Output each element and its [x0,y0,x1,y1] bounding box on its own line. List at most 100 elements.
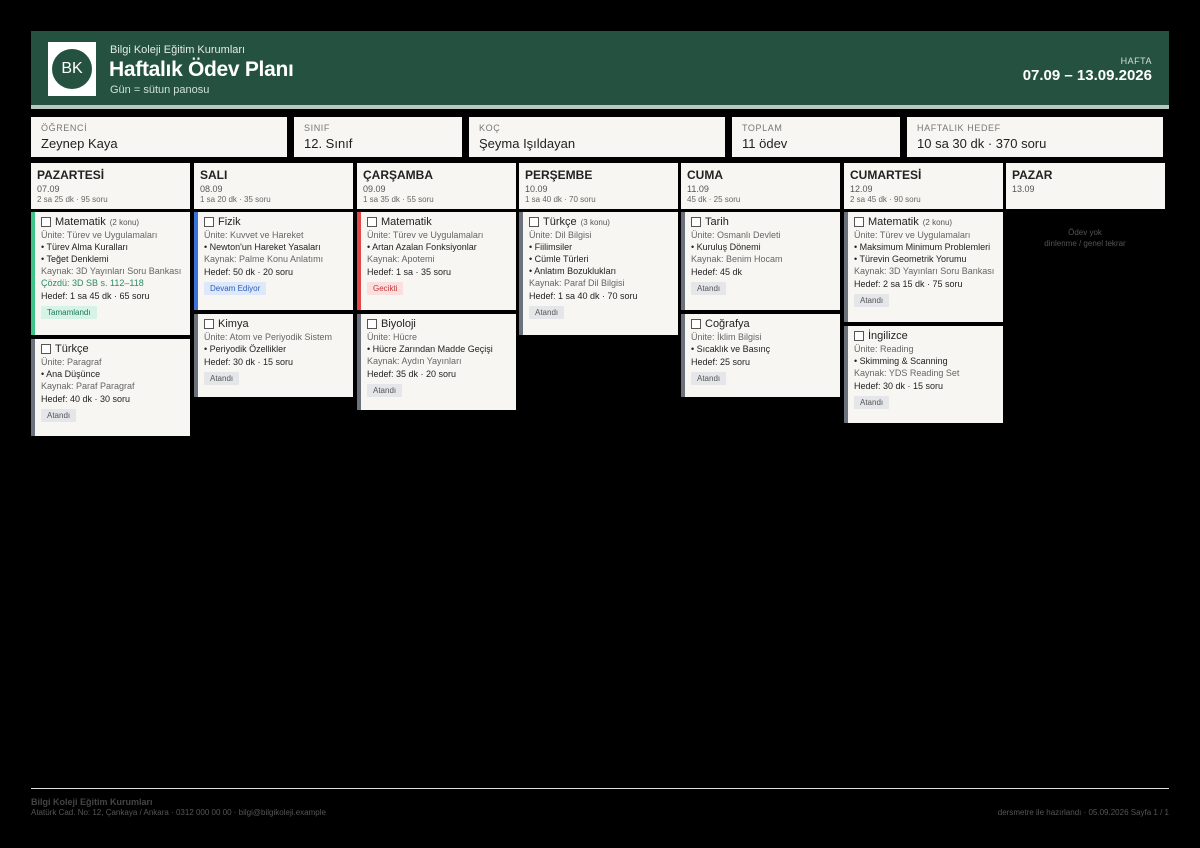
task-card-saturday-english[interactable]: İngilizce Ünite: Reading • Skimming & Sc… [844,326,1003,423]
student-label: ÖĞRENCİ [41,123,88,133]
status-badge: Devam Ediyor [204,282,267,295]
class-label: SINIF [304,123,331,133]
task-checkbox[interactable] [204,217,214,227]
task-card-wednesday-math[interactable]: Matematik Ünite: Türev ve Uygulamaları •… [357,212,516,310]
task-subject: Matematik [868,216,919,228]
task-topic: • Hücre Zarından Madde Geçişi [367,344,493,354]
day-name: CUMA [687,168,723,182]
status-badge: Atandı [691,282,727,295]
no-homework-text: Ödev yok [1068,228,1102,237]
task-checkbox[interactable] [204,319,214,329]
task-checkbox[interactable] [367,319,377,329]
task-subject: Türkçe [543,216,577,228]
day-date: 08.09 [200,184,223,194]
footer-address: Atatürk Cad. No: 12, Çankaya / Ankara · … [31,808,326,817]
topic-count: (3 konu) [580,217,610,227]
task-checkbox[interactable] [41,217,51,227]
task-card-saturday-math[interactable]: Matematik (2 konu) Ünite: Türev ve Uygul… [844,212,1003,322]
footer-meta: dersmetre ile hazırlandı · 05.09.2026 Sa… [997,808,1169,817]
day-name: PAZAR [1012,168,1053,182]
day-header-thursday: PERŞEMBE 10.09 1 sa 40 dk · 70 soru [519,163,678,209]
task-checkbox[interactable] [691,217,701,227]
goal-value: 10 sa 30 dk · 370 soru [917,136,1047,151]
day-header-sunday: PAZAR 13.09 [1006,163,1165,209]
task-topic: • Skimming & Scanning [854,356,948,366]
day-summary: 2 sa 45 dk · 90 soru [850,195,921,204]
task-subject: Fizik [218,216,241,228]
task-subject: Coğrafya [705,318,750,330]
task-completed-note: Çözdü: 3D SB s. 112–118 [41,278,144,288]
task-source: Kaynak: Aydın Yayınları [367,356,462,366]
task-card-tuesday-physics[interactable]: Fizik Ünite: Kuvvet ve Hareket • Newton'… [194,212,353,310]
task-topic: • Türevin Geometrik Yorumu [854,254,967,264]
task-card-monday-turkish[interactable]: Türkçe Ünite: Paragraf • Ana Düşünce Kay… [31,339,190,436]
status-badge: Atandı [854,396,890,409]
task-topic: • Teğet Denklemi [41,254,109,264]
class-box: SINIF 12. Sınıf [294,117,462,157]
task-checkbox[interactable] [529,217,539,227]
task-target: Hedef: 30 dk · 15 soru [204,357,294,367]
task-source: Kaynak: Palme Konu Anlatımı [204,254,324,264]
day-header-wednesday: ÇARŞAMBA 09.09 1 sa 35 dk · 55 soru [357,163,516,209]
task-card-wednesday-biology[interactable]: Biyoloji Ünite: Hücre • Hücre Zarından M… [357,314,516,410]
task-card-friday-history[interactable]: Tarih Ünite: Osmanlı Devleti • Kuruluş D… [681,212,840,310]
task-card-thursday-turkish[interactable]: Türkçe (3 konu) Ünite: Dil Bilgisi • Fii… [519,212,678,335]
status-badge: Atandı [691,372,727,385]
task-subject: Matematik [381,216,432,228]
task-unit: Ünite: Reading [854,344,914,354]
task-source: Kaynak: 3D Yayınları Soru Bankası [41,266,182,276]
task-unit: Ünite: Türev ve Uygulamaları [41,230,158,240]
day-date: 12.09 [850,184,873,194]
task-source: Kaynak: Benim Hocam [691,254,783,264]
task-topic: • Newton'un Hareket Yasaları [204,242,321,252]
day-date: 09.09 [363,184,386,194]
task-card-tuesday-chemistry[interactable]: Kimya Ünite: Atom ve Periyodik Sistem • … [194,314,353,397]
day-date: 11.09 [687,184,709,194]
task-target: Hedef: 40 dk · 30 soru [41,394,131,404]
task-subject: Türkçe [55,343,89,355]
task-target: Hedef: 30 dk · 15 soru [854,381,944,391]
task-unit: Ünite: Türev ve Uygulamaları [854,230,971,240]
day-summary: 45 dk · 25 soru [687,195,741,204]
task-target: Hedef: 2 sa 15 dk · 75 soru [854,279,963,289]
page-header: BK Bilgi Koleji Eğitim Kurumları Haftalı… [31,31,1169,109]
logo-circle: BK [52,49,92,89]
week-range: 07.09 – 13.09.2026 [1022,67,1152,84]
task-card-friday-geography[interactable]: Coğrafya Ünite: İklim Bilgisi • Sıcaklık… [681,314,840,397]
page-subtitle: Gün = sütun panosu [110,84,210,96]
day-date: 07.09 [37,184,60,194]
task-source: Kaynak: Paraf Dil Bilgisi [529,278,625,288]
task-checkbox[interactable] [854,217,864,227]
student-box: ÖĞRENCİ Zeynep Kaya [31,117,287,157]
class-value: 12. Sınıf [304,136,353,151]
footer-school: Bilgi Koleji Eğitim Kurumları [31,797,153,807]
day-header-monday: PAZARTESİ 07.09 2 sa 25 dk · 95 soru [31,163,190,209]
task-unit: Ünite: Osmanlı Devleti [691,230,781,240]
task-unit: Ünite: Hücre [367,332,418,342]
task-target: Hedef: 50 dk · 20 soru [204,267,294,277]
task-topic: • Anlatım Bozuklukları [529,266,617,276]
task-target: Hedef: 1 sa 40 dk · 70 soru [529,291,638,301]
task-checkbox[interactable] [367,217,377,227]
footer-divider [31,788,1169,789]
task-source: Kaynak: 3D Yayınları Soru Bankası [854,266,995,276]
task-unit: Ünite: Atom ve Periyodik Sistem [204,332,333,342]
sunday-empty-note: Ödev yok dinlenme / genel tekrar [1015,227,1155,249]
task-topic: • Sıcaklık ve Basınç [691,344,771,354]
day-name: PAZARTESİ [37,168,105,182]
goal-box: HAFTALIK HEDEF 10 sa 30 dk · 370 soru [907,117,1163,157]
status-badge: Tamamlandı [41,306,97,319]
task-checkbox[interactable] [691,319,701,329]
day-name: PERŞEMBE [525,168,593,182]
day-header-friday: CUMA 11.09 45 dk · 25 soru [681,163,840,209]
task-checkbox[interactable] [854,331,864,341]
task-card-monday-math[interactable]: Matematik (2 konu) Ünite: Türev ve Uygul… [31,212,190,335]
day-name: ÇARŞAMBA [363,168,433,182]
task-checkbox[interactable] [41,344,51,354]
task-target: Hedef: 1 sa · 35 soru [367,267,452,277]
task-target: Hedef: 1 sa 45 dk · 65 soru [41,291,150,301]
task-topic: • Kuruluş Dönemi [691,242,761,252]
total-label: TOPLAM [742,123,783,133]
day-summary: 2 sa 25 dk · 95 soru [37,195,108,204]
task-unit: Ünite: İklim Bilgisi [691,332,762,342]
